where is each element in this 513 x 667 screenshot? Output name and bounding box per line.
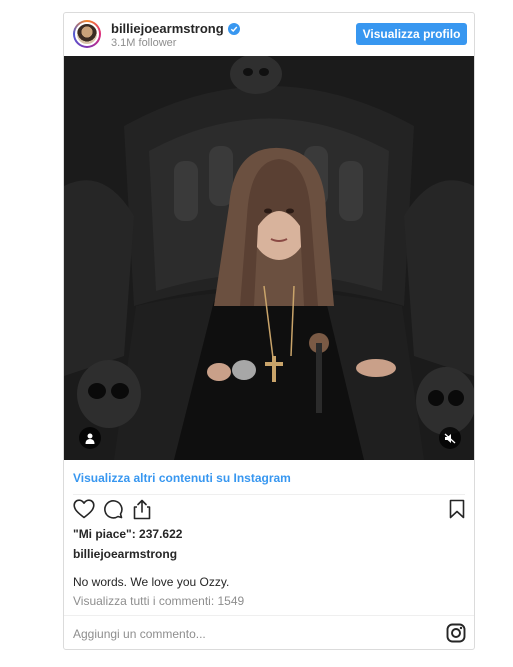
add-comment-input[interactable] — [73, 625, 373, 643]
likes-count[interactable]: "Mi piace": 237.622 — [73, 527, 182, 541]
mute-icon[interactable] — [439, 427, 461, 449]
instagram-logo-icon[interactable] — [446, 623, 466, 648]
post-caption: No words. We love you Ozzy. — [73, 575, 230, 589]
follower-count: 3.1M follower — [111, 37, 177, 49]
divider — [64, 615, 474, 616]
author-username[interactable]: billiejoearmstrong — [73, 547, 177, 561]
user-tag-icon[interactable] — [79, 427, 101, 449]
post-header: billiejoearmstrong 3.1M follower Visuali… — [64, 13, 474, 55]
post-image[interactable] — [64, 56, 474, 460]
username[interactable]: billiejoearmstrong — [111, 21, 224, 36]
bookmark-icon[interactable] — [449, 499, 465, 524]
username-row: billiejoearmstrong — [111, 21, 240, 36]
more-on-instagram-link[interactable]: Visualizza altri contenuti su Instagram — [73, 471, 291, 485]
heart-icon[interactable] — [73, 499, 95, 524]
post-actions — [71, 499, 467, 523]
instagram-embed-card: billiejoearmstrong 3.1M follower Visuali… — [63, 12, 475, 650]
verified-badge-icon — [227, 22, 240, 35]
share-icon[interactable] — [132, 499, 152, 525]
avatar[interactable] — [73, 20, 101, 48]
divider — [73, 494, 465, 495]
view-all-comments-link[interactable]: Visualizza tutti i commenti: 1549 — [73, 594, 244, 608]
view-profile-button[interactable]: Visualizza profilo — [356, 23, 467, 45]
comment-icon[interactable] — [103, 499, 123, 524]
